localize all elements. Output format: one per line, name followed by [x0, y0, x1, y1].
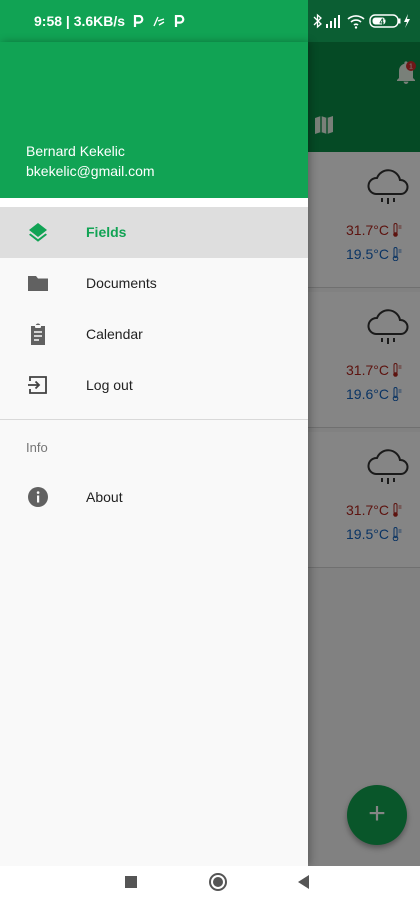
folder-icon: [28, 276, 48, 291]
status-icons: 47: [313, 13, 410, 29]
logout-icon: [28, 376, 47, 394]
nav-item-documents[interactable]: Documents: [0, 258, 308, 309]
nav-item-label: Log out: [86, 377, 133, 393]
recents-button[interactable]: [121, 872, 141, 892]
bluetooth-icon: [313, 13, 322, 29]
charging-icon: [404, 14, 410, 28]
clipboard-icon: [31, 323, 45, 345]
status-time: 9:58 | 3.6KB/s: [34, 13, 185, 29]
user-email: bkekelic@gmail.com: [26, 163, 155, 179]
layers-icon: [29, 223, 47, 242]
nav-item-log-out[interactable]: Log out: [0, 360, 308, 411]
notification-icon: [153, 16, 165, 27]
drawer-header: Bernard Kekelic bkekelic@gmail.com: [0, 42, 308, 198]
parking-icon: [133, 14, 144, 27]
user-name: Bernard Kekelic: [26, 143, 125, 159]
nav-item-label: Fields: [86, 224, 127, 240]
drawer-header-gap: [0, 198, 308, 207]
battery-level: 47: [380, 18, 389, 27]
home-button[interactable]: [208, 872, 228, 892]
nav-item-label: Documents: [86, 275, 157, 291]
nav-item-calendar[interactable]: Calendar: [0, 309, 308, 360]
parking-icon: [174, 14, 185, 27]
nav-item-label: Calendar: [86, 326, 143, 342]
section-label-info: Info: [26, 440, 48, 455]
system-nav-bar: [0, 866, 420, 899]
nav-item-fields[interactable]: Fields: [0, 207, 308, 258]
signal-icon: [326, 15, 340, 28]
wifi-icon: [347, 15, 365, 29]
navigation-drawer: Bernard Kekelic bkekelic@gmail.com Field…: [0, 42, 308, 866]
status-bar: 9:58 | 3.6KB/s 47: [0, 0, 420, 42]
nav-item-label: About: [86, 489, 123, 505]
drawer-divider: [0, 419, 308, 420]
nav-item-about[interactable]: About: [0, 472, 308, 523]
info-icon: [28, 487, 48, 507]
battery-icon: 47: [369, 14, 410, 28]
back-button[interactable]: [294, 872, 314, 892]
